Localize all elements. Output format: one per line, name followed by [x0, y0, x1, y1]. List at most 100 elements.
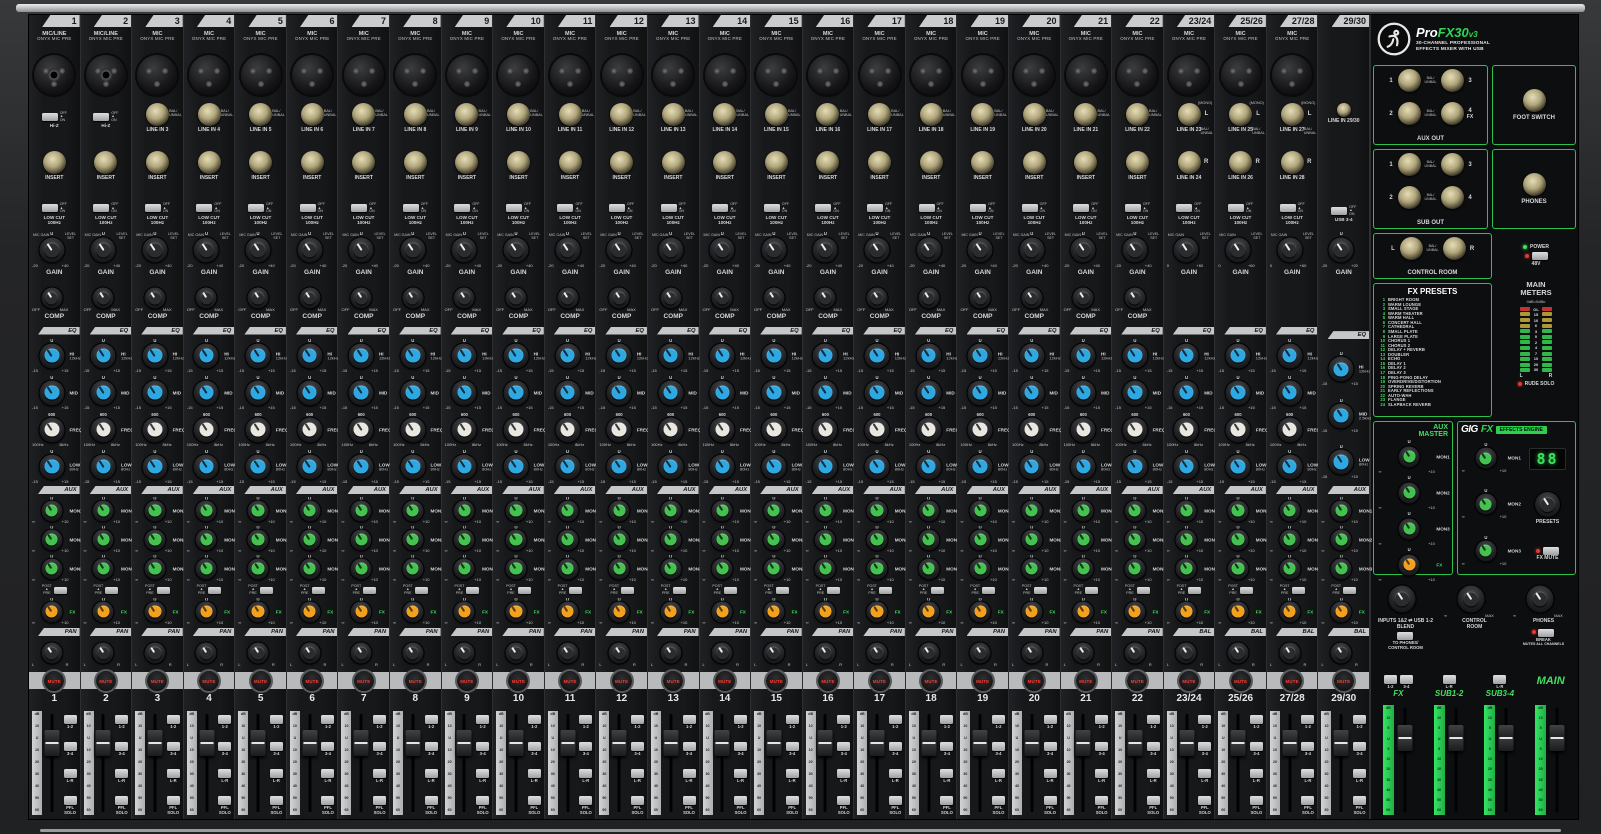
post-pre-switch[interactable]	[724, 587, 737, 594]
aux-mon3-knob[interactable]	[1279, 558, 1300, 579]
route-3-4-button[interactable]	[992, 742, 1005, 751]
eq-freq-knob[interactable]	[246, 417, 271, 442]
master-route-button[interactable]	[1443, 675, 1456, 684]
aux-mon1-knob[interactable]	[1176, 500, 1197, 521]
route-l-r-button[interactable]	[786, 769, 799, 778]
aux-mon1-knob[interactable]	[970, 500, 991, 521]
aux-mon3-knob[interactable]	[918, 558, 939, 579]
eq-mid-knob[interactable]	[916, 380, 941, 405]
eq-low-knob[interactable]	[452, 454, 477, 479]
comp-knob[interactable]	[1124, 288, 1145, 309]
eq-freq-knob[interactable]	[968, 417, 993, 442]
route-1-2-button[interactable]	[940, 715, 953, 724]
aux-mon1-knob[interactable]	[815, 500, 836, 521]
presets-knob[interactable]	[1535, 492, 1560, 517]
eq-freq-knob[interactable]	[194, 417, 219, 442]
aux-mon3-knob[interactable]	[660, 558, 681, 579]
aux-mon3-knob[interactable]	[712, 558, 733, 579]
aux-mon2-knob[interactable]	[918, 529, 939, 550]
route-l-r-button[interactable]	[218, 769, 231, 778]
mute-button[interactable]: MUTE	[715, 671, 735, 691]
route-3-4-button[interactable]	[321, 742, 334, 751]
route-1-2-button[interactable]	[167, 715, 180, 724]
channel-fader-handle[interactable]	[870, 730, 885, 756]
route-3-4-button[interactable]	[167, 742, 180, 751]
aux-mon1-knob[interactable]	[1021, 500, 1042, 521]
eq-mid-knob[interactable]	[555, 380, 580, 405]
route-l-r-button[interactable]	[425, 769, 438, 778]
master-fader-handle[interactable]	[1448, 725, 1463, 751]
comp-knob[interactable]	[144, 288, 165, 309]
aux-mon1-knob[interactable]	[351, 500, 372, 521]
low-cut-switch[interactable]	[196, 204, 212, 212]
low-cut-switch[interactable]	[867, 204, 883, 212]
pan-knob[interactable]	[815, 643, 836, 664]
route-1-2-button[interactable]	[476, 715, 489, 724]
aux-fx-knob[interactable]	[970, 601, 991, 622]
gain-knob[interactable]	[916, 238, 941, 263]
gain-knob[interactable]	[297, 238, 322, 263]
master-route-button[interactable]	[1493, 675, 1506, 684]
aux-master-mon1-knob[interactable]	[1399, 446, 1420, 467]
eq-hi-knob[interactable]	[1019, 343, 1044, 368]
aux-mon2-knob[interactable]	[1228, 529, 1249, 550]
pfl-solo-button[interactable]	[734, 796, 747, 805]
pfl-solo-button[interactable]	[476, 796, 489, 805]
route-l-r-button[interactable]	[837, 769, 850, 778]
eq-freq-knob[interactable]	[1071, 417, 1096, 442]
aux-mon3-knob[interactable]	[196, 558, 217, 579]
post-pre-switch[interactable]	[363, 587, 376, 594]
eq-freq-knob[interactable]	[503, 417, 528, 442]
route-1-2-button[interactable]	[579, 715, 592, 724]
route-3-4-button[interactable]	[476, 742, 489, 751]
eq-low-knob[interactable]	[607, 454, 632, 479]
pan-knob[interactable]	[660, 643, 681, 664]
route-l-r-button[interactable]	[992, 769, 1005, 778]
comp-knob[interactable]	[248, 288, 269, 309]
aux-mon2-knob[interactable]	[763, 529, 784, 550]
eq-mid-knob[interactable]	[452, 380, 477, 405]
pan-knob[interactable]	[970, 643, 991, 664]
post-pre-switch[interactable]	[776, 587, 789, 594]
eq-hi-knob[interactable]	[297, 343, 322, 368]
comp-knob[interactable]	[970, 288, 991, 309]
channel-fader-handle[interactable]	[973, 730, 988, 756]
gain-knob[interactable]	[91, 238, 116, 263]
eq-mid-knob[interactable]	[400, 380, 425, 405]
eq-hi-knob[interactable]	[1174, 343, 1199, 368]
comp-knob[interactable]	[660, 288, 681, 309]
route-1-2-button[interactable]	[1301, 715, 1314, 724]
gain-knob[interactable]	[1277, 238, 1302, 263]
aux-mon1-knob[interactable]	[867, 500, 888, 521]
aux-mon1-knob[interactable]	[144, 500, 165, 521]
aux-fx-knob[interactable]	[1124, 601, 1145, 622]
eq-low-knob[interactable]	[1122, 454, 1147, 479]
channel-fader-handle[interactable]	[1076, 730, 1091, 756]
route-3-4-button[interactable]	[270, 742, 283, 751]
aux-mon1-knob[interactable]	[402, 500, 423, 521]
eq-low-knob[interactable]	[246, 454, 271, 479]
route-1-2-button[interactable]	[992, 715, 1005, 724]
aux-mon1-knob[interactable]	[557, 500, 578, 521]
eq-hi-knob[interactable]	[658, 343, 683, 368]
pfl-solo-button[interactable]	[115, 796, 128, 805]
eq-hi-knob[interactable]	[555, 343, 580, 368]
master-fader-handle[interactable]	[1397, 725, 1412, 751]
post-pre-switch[interactable]	[1240, 587, 1253, 594]
aux-mon3-knob[interactable]	[454, 558, 475, 579]
route-1-2-button[interactable]	[270, 715, 283, 724]
route-l-r-button[interactable]	[1353, 769, 1366, 778]
mute-button[interactable]: MUTE	[921, 671, 941, 691]
aux-mon2-knob[interactable]	[609, 529, 630, 550]
route-1-2-button[interactable]	[889, 715, 902, 724]
aux-mon2-knob[interactable]	[505, 529, 526, 550]
channel-fader-handle[interactable]	[1231, 730, 1246, 756]
aux-mon1-knob[interactable]	[454, 500, 475, 521]
route-1-2-button[interactable]	[218, 715, 231, 724]
pan-knob[interactable]	[351, 643, 372, 664]
post-pre-switch[interactable]	[1292, 587, 1305, 594]
route-l-r-button[interactable]	[683, 769, 696, 778]
low-cut-switch[interactable]	[454, 204, 470, 212]
route-l-r-button[interactable]	[373, 769, 386, 778]
eq-mid-knob[interactable]	[1226, 380, 1251, 405]
